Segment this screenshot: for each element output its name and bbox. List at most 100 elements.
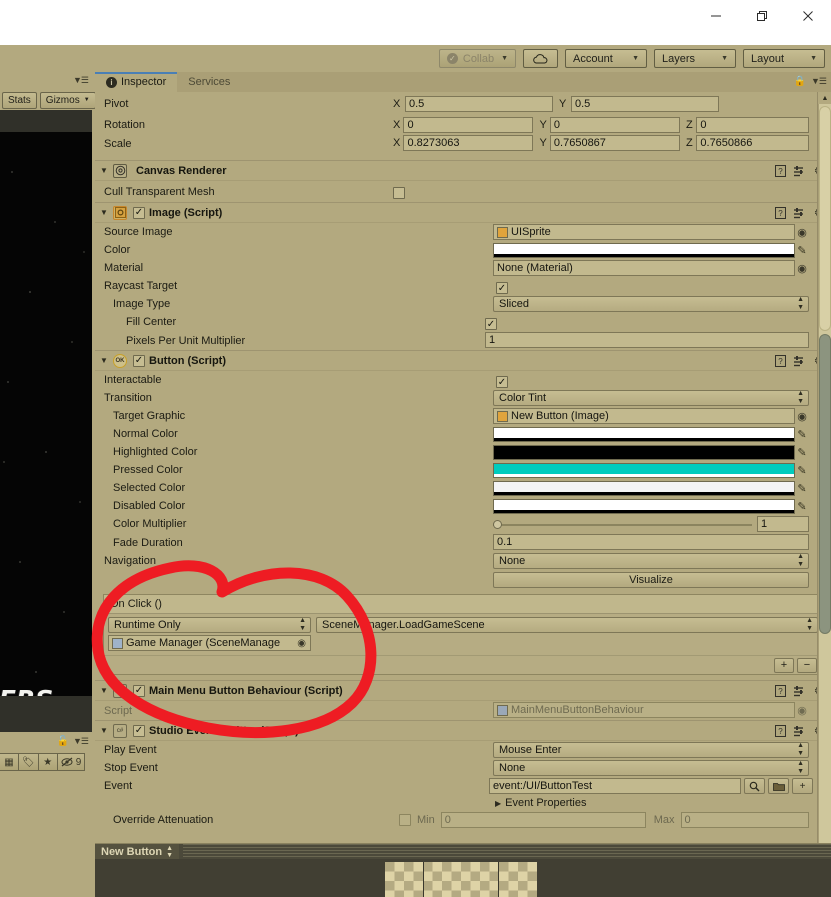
plus-icon[interactable]: + (792, 778, 813, 794)
button-script-enabled-checkbox[interactable]: ✓ (133, 354, 145, 367)
attenuation-min-field[interactable]: 0 (440, 812, 646, 828)
attenuation-max-field[interactable]: 0 (680, 812, 809, 828)
component-header-main-menu-behaviour[interactable]: ▼ ✓ Main Menu Button Behaviour (Script) … (95, 680, 831, 701)
tab-services[interactable]: Services (177, 72, 241, 92)
object-picker-icon[interactable]: ◉ (795, 410, 809, 423)
preset-icon[interactable] (793, 354, 806, 368)
color-multiplier-field[interactable]: 1 (757, 516, 809, 532)
rotation-y-field[interactable]: 0 (549, 117, 680, 133)
search-icon[interactable] (744, 778, 765, 794)
folder-icon[interactable] (768, 778, 789, 794)
options-menu-icon[interactable]: ▼☰ (73, 736, 89, 747)
eyedropper-icon[interactable]: ✎ (795, 500, 809, 513)
minimize-button[interactable] (693, 0, 739, 32)
help-icon[interactable]: ? (774, 684, 787, 698)
target-graphic-field[interactable]: New Button (Image) (493, 408, 795, 424)
eyedropper-icon[interactable]: ✎ (795, 428, 809, 441)
play-event-dropdown[interactable]: Mouse Enter ▲ ▼ (493, 742, 809, 758)
cull-transparent-mesh-checkbox[interactable] (393, 187, 405, 199)
raycast-target-checkbox[interactable]: ✓ (496, 282, 508, 294)
collab-button[interactable]: ✓ Collab ▼ (438, 49, 516, 68)
pivot-y-field[interactable]: 0.5 (571, 96, 719, 112)
eyedropper-icon[interactable]: ✎ (795, 482, 809, 495)
component-header-studio-event-emitter[interactable]: ▼ c# ✓ Studio Event Emitter (Script) ? ⚙ (95, 720, 831, 741)
interactable-checkbox[interactable]: ✓ (496, 376, 508, 388)
pixels-per-unit-field[interactable]: 1 (485, 332, 809, 348)
component-header-image-script[interactable]: ▼ ✓ Image (Script) ? ⚙ (95, 202, 831, 223)
scale-x-field[interactable]: 0.8273063 (403, 135, 534, 151)
event-path-field[interactable]: event:/UI/ButtonTest (489, 778, 741, 794)
object-picker-icon[interactable]: ◉ (795, 226, 809, 239)
rotation-z-field[interactable]: 0 (696, 117, 809, 133)
rotation-x-field[interactable]: 0 (403, 117, 534, 133)
highlighted-color-swatch[interactable] (493, 444, 795, 460)
tab-inspector[interactable]: i Inspector (95, 72, 178, 92)
scrollbar-thumb[interactable] (819, 334, 831, 634)
eyedropper-icon[interactable]: ✎ (795, 446, 809, 459)
inspector-scrollbar[interactable]: ▲ ▼ (817, 92, 831, 877)
object-picker-icon[interactable]: ◉ (297, 638, 308, 649)
studio-event-emitter-enabled-checkbox[interactable]: ✓ (133, 724, 145, 737)
stop-event-dropdown[interactable]: None ▲ ▼ (493, 760, 809, 776)
gizmos-button[interactable]: Gizmos ▼ (39, 91, 96, 109)
account-button[interactable]: Account ▼ (565, 49, 647, 68)
help-icon[interactable]: ? (774, 724, 787, 738)
preview-header-bar[interactable]: New Button ▲ ▼ (95, 843, 831, 860)
stats-button[interactable]: Stats (2, 91, 37, 109)
foldout-triangle-icon[interactable]: ▼ (100, 166, 109, 175)
options-menu-icon[interactable]: ▼☰ (73, 75, 89, 86)
layers-button[interactable]: Layers ▼ (654, 49, 736, 68)
prefab-icon[interactable]: ▦ (0, 753, 19, 771)
fill-center-checkbox[interactable]: ✓ (485, 318, 497, 330)
visualize-button[interactable]: Visualize (493, 572, 809, 588)
star-icon[interactable]: ★ (38, 753, 58, 771)
on-click-mode-dropdown[interactable]: Runtime Only ▲ ▼ (108, 617, 311, 633)
scroll-up-arrow-icon[interactable]: ▲ (818, 92, 831, 104)
selected-color-swatch[interactable] (493, 480, 795, 496)
pressed-color-swatch[interactable] (493, 462, 795, 478)
preset-icon[interactable] (793, 206, 806, 220)
override-attenuation-checkbox[interactable] (399, 814, 411, 826)
normal-color-swatch[interactable] (493, 426, 795, 442)
fade-duration-field[interactable]: 0.1 (493, 534, 809, 550)
disabled-color-swatch[interactable] (493, 498, 795, 514)
component-header-button-script[interactable]: ▼ OK ✓ Button (Script) ? ⚙ (95, 350, 831, 371)
lock-icon[interactable]: 🔓 (57, 736, 69, 747)
on-click-object-field[interactable]: Game Manager (SceneManage ◉ (108, 635, 311, 651)
preview-drag-handle[interactable] (183, 843, 831, 860)
main-menu-behaviour-enabled-checkbox[interactable]: ✓ (133, 684, 145, 697)
cloud-button[interactable] (523, 49, 558, 68)
preset-icon[interactable] (793, 684, 806, 698)
scrollbar-thumb-upper[interactable] (819, 106, 831, 331)
lock-icon[interactable]: 🔒 (794, 76, 806, 87)
add-event-button[interactable]: + (774, 657, 794, 673)
help-icon[interactable]: ? (774, 164, 787, 178)
eyedropper-icon[interactable]: ✎ (795, 464, 809, 477)
help-icon[interactable]: ? (774, 354, 787, 368)
foldout-triangle-icon[interactable]: ▼ (100, 686, 109, 695)
remove-event-button[interactable]: − (797, 657, 817, 673)
scale-y-field[interactable]: 0.7650867 (549, 135, 680, 151)
component-header-canvas-renderer[interactable]: ▼ Canvas Renderer ? ⚙ (95, 160, 831, 181)
preset-icon[interactable] (793, 164, 806, 178)
tag-icon[interactable]: 🏷 (19, 753, 39, 771)
color-multiplier-slider[interactable] (493, 516, 752, 532)
material-field[interactable]: None (Material) (493, 260, 795, 276)
pivot-x-field[interactable]: 0.5 (405, 96, 553, 112)
foldout-triangle-icon[interactable]: ▼ (100, 208, 109, 217)
close-button[interactable] (785, 0, 831, 32)
image-type-dropdown[interactable]: Sliced ▲ ▼ (493, 296, 809, 312)
source-image-field[interactable]: UISprite (493, 224, 795, 240)
options-menu-icon[interactable]: ▼☰ (811, 76, 827, 87)
event-properties-foldout[interactable]: ▶ Event Properties (495, 797, 586, 809)
image-color-swatch[interactable] (493, 242, 795, 258)
preset-icon[interactable] (793, 724, 806, 738)
image-script-enabled-checkbox[interactable]: ✓ (133, 206, 145, 219)
layout-button[interactable]: Layout ▼ (743, 49, 825, 68)
eyedropper-icon[interactable]: ✎ (795, 244, 809, 257)
foldout-triangle-icon[interactable]: ▼ (100, 726, 109, 735)
navigation-dropdown[interactable]: None ▲ ▼ (493, 553, 809, 569)
help-icon[interactable]: ? (774, 206, 787, 220)
game-view-render[interactable]: MERS (0, 110, 92, 732)
transition-dropdown[interactable]: Color Tint ▲ ▼ (493, 390, 809, 406)
